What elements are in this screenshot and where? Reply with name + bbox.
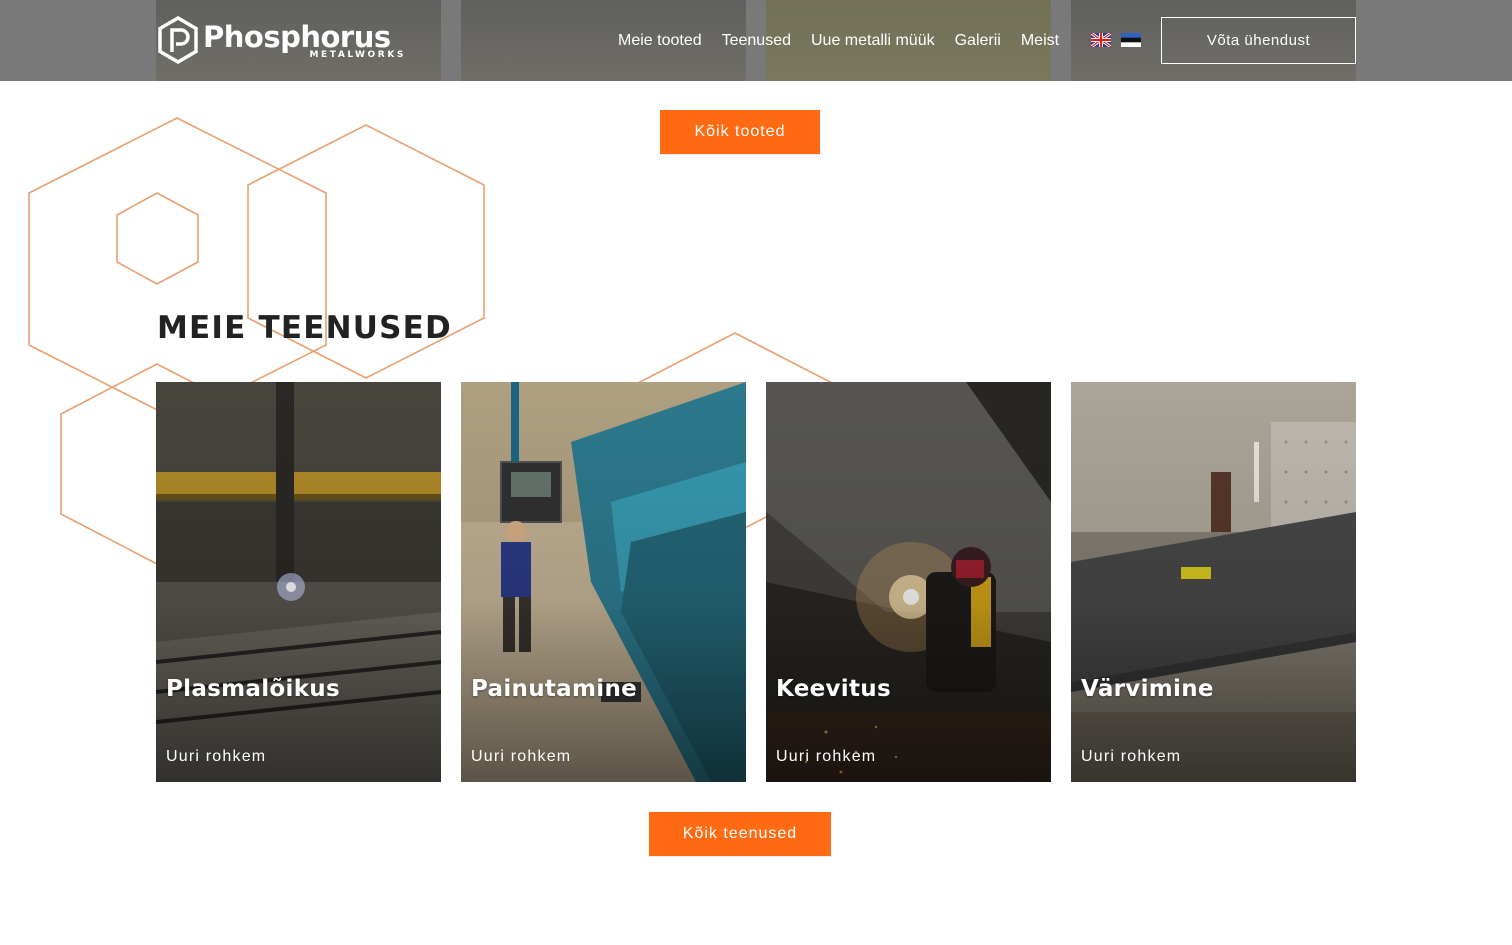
- phosphorus-hex-logo-icon: [158, 16, 198, 64]
- language-switcher: [1091, 33, 1141, 47]
- main-nav: Meie tooted Teenused Uue metalli müük Ga…: [618, 31, 1059, 51]
- service-card-title: Painutamine: [471, 676, 638, 702]
- services-list: Plasmalõikus Uuri rohkem Painutamine Uur…: [156, 382, 1356, 782]
- all-products-button[interactable]: Kõik tooted: [660, 110, 820, 154]
- nav-item-galerii[interactable]: Galerii: [955, 31, 1001, 51]
- uk-flag-icon[interactable]: [1091, 33, 1111, 47]
- site-logo[interactable]: Phosphorus METALWORKS: [157, 16, 408, 64]
- estonia-flag-icon[interactable]: [1121, 33, 1141, 47]
- learn-more-link[interactable]: Uuri rohkem: [776, 748, 876, 766]
- service-card-title: Plasmalõikus: [166, 676, 340, 702]
- service-card-title: Keevitus: [776, 676, 891, 702]
- service-card-painutamine[interactable]: Painutamine Uuri rohkem: [461, 382, 746, 782]
- learn-more-link[interactable]: Uuri rohkem: [166, 748, 266, 766]
- service-card-plasmaloikus[interactable]: Plasmalõikus Uuri rohkem: [156, 382, 441, 782]
- site-header: Phosphorus METALWORKS Meie tooted Teenus…: [0, 0, 1512, 81]
- service-card-keevitus[interactable]: Keevitus Uuri rohkem: [766, 382, 1051, 782]
- learn-more-link[interactable]: Uuri rohkem: [1081, 748, 1181, 766]
- nav-item-meie-tooted[interactable]: Meie tooted: [618, 31, 702, 51]
- contact-button[interactable]: Võta ühendust: [1161, 17, 1356, 64]
- learn-more-link[interactable]: Uuri rohkem: [471, 748, 571, 766]
- services-title: MEIE TEENUSED: [157, 310, 452, 346]
- logo-wordmark: Phosphorus: [203, 20, 391, 54]
- all-services-button[interactable]: Kõik teenused: [649, 812, 831, 856]
- nav-item-meist[interactable]: Meist: [1021, 31, 1059, 51]
- logo-subtitle: METALWORKS: [309, 50, 406, 60]
- nav-item-uue-metalli-muuk[interactable]: Uue metalli müük: [811, 31, 935, 51]
- service-card-title: Värvimine: [1081, 676, 1214, 702]
- service-card-varvimine[interactable]: Värvimine Uuri rohkem: [1071, 382, 1356, 782]
- nav-item-teenused[interactable]: Teenused: [722, 31, 791, 51]
